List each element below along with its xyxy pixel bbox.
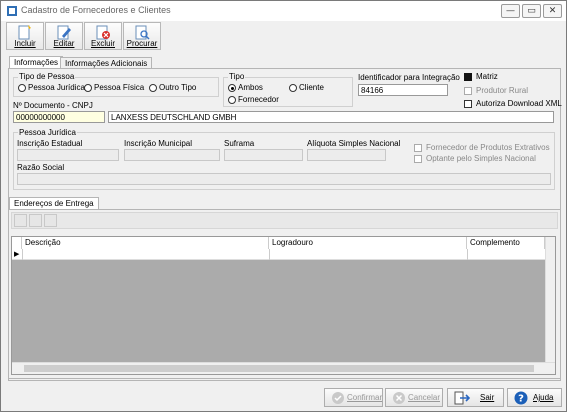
- add-address-button[interactable]: [14, 214, 27, 227]
- grid-indicator-header: [12, 237, 22, 249]
- ambos-label: Ambos: [238, 83, 263, 92]
- search-document-icon: [135, 25, 150, 40]
- window-title: Cadastro de Fornecedores e Clientes: [21, 5, 171, 15]
- simples-checkbox[interactable]: [414, 155, 422, 163]
- im-label: Inscrição Municipal: [124, 139, 193, 148]
- exit-icon: [454, 391, 470, 405]
- ajuda-button[interactable]: ? Ajuda: [507, 388, 562, 407]
- delete-icon: [96, 25, 110, 40]
- edit-address-button[interactable]: [29, 214, 42, 227]
- integracao-input[interactable]: 84166: [358, 84, 448, 96]
- title-bar: Cadastro de Fornecedores e Clientes — ▭ …: [1, 1, 566, 21]
- produtor-rural-checkbox[interactable]: [464, 87, 472, 95]
- radio-outro-tipo[interactable]: [149, 84, 157, 92]
- radio-pessoa-juridica[interactable]: [18, 84, 26, 92]
- integracao-label: Identificador para Integração: [358, 73, 460, 82]
- delete-address-button[interactable]: [44, 214, 57, 227]
- autoriza-download-checkbox[interactable]: [464, 100, 472, 108]
- help-icon: ?: [514, 391, 528, 405]
- svg-text:?: ?: [518, 394, 524, 405]
- sair-button[interactable]: Sair: [447, 388, 504, 407]
- extrativos-label: Fornecedor de Produtos Extrativos: [426, 143, 550, 152]
- incluir-button[interactable]: Incluir: [6, 22, 44, 50]
- excluir-button[interactable]: Excluir: [84, 22, 122, 50]
- documento-label: Nº Documento - CNPJ: [13, 101, 93, 110]
- vertical-scrollbar[interactable]: [545, 237, 555, 362]
- cliente-label: Cliente: [299, 83, 324, 92]
- simples-label: Optante pelo Simples Nacional: [426, 154, 536, 163]
- fornecedor-label: Fornecedor: [238, 95, 279, 104]
- documento-input[interactable]: 00000000000: [13, 111, 105, 123]
- tipo-pessoa-label: Tipo de Pessoa: [18, 72, 76, 81]
- cancel-circle-icon: [393, 392, 405, 404]
- editar-label: Editar: [53, 39, 75, 48]
- outro-tipo-label: Outro Tipo: [159, 83, 197, 92]
- row-indicator-icon: ▶: [14, 251, 20, 258]
- produtor-rural-label: Produtor Rural: [476, 86, 529, 95]
- horizontal-scrollbar[interactable]: [12, 362, 555, 374]
- edit-icon: [57, 25, 71, 40]
- aliquota-label: Alíquota Simples Nacional: [307, 139, 401, 148]
- nome-input[interactable]: LANXESS DEUTSCHLAND GMBH: [108, 111, 554, 123]
- ie-input[interactable]: [17, 149, 119, 161]
- razao-social-input[interactable]: [17, 173, 551, 185]
- minimize-button[interactable]: —: [501, 4, 520, 18]
- radio-ambos[interactable]: [228, 84, 236, 92]
- cancelar-label: Cancelar: [408, 393, 441, 402]
- radio-pessoa-fisica[interactable]: [84, 84, 92, 92]
- incluir-label: Incluir: [14, 39, 36, 48]
- tipo-label: Tipo: [228, 72, 246, 81]
- new-document-icon: [18, 25, 31, 40]
- matriz-checkbox[interactable]: [464, 73, 472, 81]
- pessoa-fisica-label: Pessoa Física: [94, 83, 145, 92]
- procurar-label: Procurar: [126, 39, 158, 48]
- suframa-label: Suframa: [224, 139, 255, 148]
- ajuda-label: Ajuda: [533, 393, 554, 402]
- editar-button[interactable]: Editar: [45, 22, 83, 50]
- scrollbar-thumb[interactable]: [24, 365, 534, 372]
- table-row[interactable]: ▶: [12, 249, 545, 260]
- main-window: Cadastro de Fornecedores e Clientes — ▭ …: [0, 0, 567, 412]
- check-circle-icon: [332, 392, 344, 404]
- tab-enderecos-entrega[interactable]: Endereços de Entrega: [9, 197, 99, 209]
- app-icon: [7, 6, 17, 16]
- grid-col-descricao[interactable]: Descrição: [22, 237, 269, 249]
- maximize-button[interactable]: ▭: [522, 4, 541, 18]
- pessoa-juridica-label: Pessoa Jurídica: [28, 83, 85, 92]
- autoriza-download-label: Autoriza Download XML: [476, 99, 562, 108]
- pessoa-juridica-group-label: Pessoa Jurídica: [18, 128, 77, 137]
- grid-col-logradouro[interactable]: Logradouro: [269, 237, 467, 249]
- enderecos-grid: Descrição Logradouro Complemento ▶: [11, 236, 556, 375]
- close-button[interactable]: ✕: [543, 4, 562, 18]
- enderecos-toolbar: [11, 212, 558, 229]
- radio-cliente[interactable]: [289, 84, 297, 92]
- excluir-label: Excluir: [90, 39, 115, 48]
- suframa-input[interactable]: [224, 149, 303, 161]
- confirmar-button[interactable]: Confirmar: [324, 388, 383, 407]
- ie-label: Inscrição Estadual: [17, 139, 83, 148]
- sair-label: Sair: [480, 393, 495, 402]
- extrativos-checkbox[interactable]: [414, 144, 422, 152]
- radio-fornecedor[interactable]: [228, 96, 236, 104]
- matriz-label: Matriz: [476, 72, 498, 81]
- toolbar: Incluir Editar Excluir Procurar: [4, 21, 563, 52]
- im-input[interactable]: [124, 149, 220, 161]
- cancelar-button[interactable]: Cancelar: [385, 388, 443, 407]
- grid-col-complemento[interactable]: Complemento: [467, 237, 545, 249]
- aliquota-input[interactable]: [307, 149, 386, 161]
- razao-social-label: Razão Social: [17, 163, 65, 172]
- procurar-button[interactable]: Procurar: [123, 22, 161, 50]
- confirmar-label: Confirmar: [347, 393, 383, 402]
- grid-header: Descrição Logradouro Complemento: [12, 237, 545, 249]
